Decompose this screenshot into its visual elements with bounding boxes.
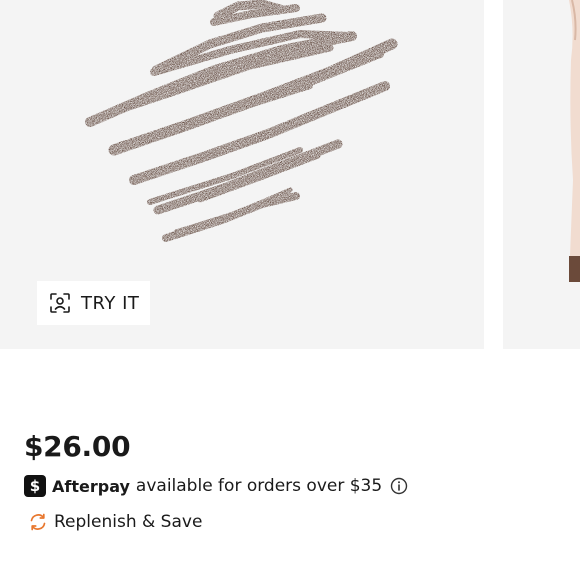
face-scan-icon xyxy=(49,292,71,314)
afterpay-message: $ Afterpay available for orders over $35 xyxy=(24,474,408,498)
info-icon[interactable] xyxy=(390,477,408,495)
afterpay-logo-icon: $ xyxy=(24,475,46,497)
refresh-icon xyxy=(28,512,48,532)
product-image-carousel[interactable]: TRY IT xyxy=(0,0,580,349)
afterpay-brand-name: Afterpay xyxy=(52,476,130,496)
product-swatch-image[interactable]: TRY IT xyxy=(0,0,484,349)
product-page: TRY IT $26.00 $ Afterpay available for o… xyxy=(0,0,580,580)
replenish-and-save-link[interactable]: Replenish & Save xyxy=(28,509,202,535)
replenish-label: Replenish & Save xyxy=(54,512,203,532)
product-price: $26.00 xyxy=(24,430,131,463)
next-image-preview xyxy=(569,0,580,282)
afterpay-terms: available for orders over $35 xyxy=(135,476,383,496)
next-product-image[interactable] xyxy=(503,0,580,349)
try-it-label: TRY IT xyxy=(81,292,140,314)
try-it-button[interactable]: TRY IT xyxy=(37,281,150,325)
